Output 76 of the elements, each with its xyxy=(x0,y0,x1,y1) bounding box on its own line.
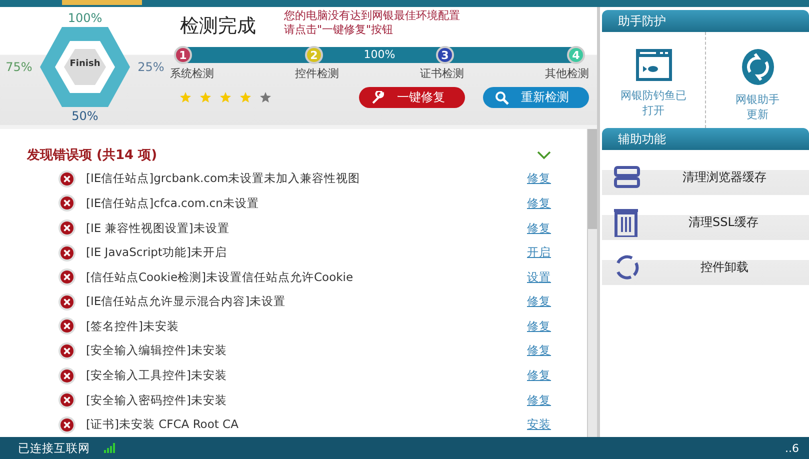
step-label: 证书检测 xyxy=(420,66,464,81)
section-header: 助手防护 xyxy=(602,10,809,32)
error-text: [信任站点Cookie检测]未设置信任站点允许Cookie xyxy=(86,270,354,285)
error-list-title: 发现错误项 (共14 项) xyxy=(27,146,158,164)
error-text: [IE 兼容性视图设置]未设置 xyxy=(86,220,230,236)
action-link[interactable]: 修复 xyxy=(527,294,551,310)
error-icon xyxy=(58,342,76,360)
error-text: [证书]未安装 CFCA Root CA xyxy=(86,417,240,432)
error-text: [IE JavaScript功能]未开启 xyxy=(86,245,228,260)
step-marker: 1 xyxy=(174,46,192,64)
star-icon xyxy=(220,92,231,103)
protection-label: 打开 xyxy=(642,103,664,118)
version-text: ..6 xyxy=(785,442,799,454)
server-icon xyxy=(614,166,640,188)
status-title: 检测完成 xyxy=(180,14,256,39)
error-icon xyxy=(58,268,76,286)
error-icon xyxy=(58,244,76,262)
action-link[interactable]: 修复 xyxy=(527,318,551,334)
step-label: 系统检测 xyxy=(170,66,214,81)
step-marker: 4 xyxy=(567,46,585,64)
star-icon xyxy=(180,92,191,103)
action-link[interactable]: 设置 xyxy=(527,270,551,285)
error-text: [IE信任站点允许显示混合内容]未设置 xyxy=(86,294,287,310)
score-right-label: 25% xyxy=(138,60,164,74)
protection-label: 更新 xyxy=(746,107,768,122)
step-label: 其他检测 xyxy=(545,66,589,81)
score-bottom-label: 50% xyxy=(72,109,98,123)
browser-fish-icon xyxy=(634,48,672,82)
section-header: 辅助功能 xyxy=(602,128,809,150)
action-link[interactable]: 修复 xyxy=(527,368,551,383)
connection-status: 已连接互联网 xyxy=(18,440,90,456)
star-icon xyxy=(200,92,211,103)
status-message: 请点击"一键修复"按钮 xyxy=(284,23,394,37)
error-text: [IE信任站点]grcbank.com未设置未加入兼容性视图 xyxy=(86,171,362,186)
progress-reading: 100% xyxy=(364,47,396,63)
error-text: [签名控件]未安装 xyxy=(86,318,180,334)
error-icon xyxy=(58,366,76,384)
step-label: 控件检测 xyxy=(295,66,339,81)
error-icon xyxy=(58,194,76,212)
signal-icon xyxy=(104,443,116,453)
action-link[interactable]: 修复 xyxy=(527,171,551,186)
wrench-icon xyxy=(371,90,385,104)
action-link[interactable]: 修复 xyxy=(527,392,551,408)
cycle-arrows-icon xyxy=(614,254,640,280)
status-message: 您的电脑没有达到网银最佳环境配置 xyxy=(284,9,460,23)
fix-button[interactable]: 一键修复 xyxy=(359,87,465,108)
protection-label: 网银助手 xyxy=(736,92,780,107)
action-link[interactable]: 修复 xyxy=(527,196,551,211)
hexagon-center-label: Finish xyxy=(68,59,102,69)
action-link[interactable]: 修复 xyxy=(527,220,551,236)
error-icon xyxy=(58,391,76,410)
error-text: [安全输入工具控件]未安装 xyxy=(86,368,228,383)
star-icon xyxy=(260,92,271,103)
action-link[interactable]: 开启 xyxy=(527,245,551,260)
protection-item[interactable]: 网银助手 更新 xyxy=(706,32,809,128)
error-icon xyxy=(58,170,76,188)
error-icon xyxy=(58,416,76,434)
star-icon xyxy=(240,92,251,103)
rescan-button[interactable]: 重新检测 xyxy=(483,87,589,108)
refresh-icon xyxy=(740,48,774,86)
error-text: [安全输入密码控件]未安装 xyxy=(86,392,228,408)
score-top-label: 100% xyxy=(68,11,102,25)
protection-label: 网银防钓鱼已 xyxy=(620,88,686,103)
search-icon xyxy=(495,90,509,104)
chevron-down-icon[interactable] xyxy=(537,150,551,160)
error-text: [安全输入编辑控件]未安装 xyxy=(86,343,228,358)
trash-icon xyxy=(614,207,638,237)
score-left-label: 75% xyxy=(6,60,32,74)
error-icon xyxy=(58,317,76,336)
error-icon xyxy=(58,292,76,311)
action-link[interactable]: 安装 xyxy=(527,417,551,432)
action-link[interactable]: 修复 xyxy=(527,343,551,358)
error-text: [IE信任站点]cfca.com.cn未设置 xyxy=(86,196,260,211)
scrollbar[interactable] xyxy=(587,129,597,437)
error-icon xyxy=(58,219,76,238)
protection-item[interactable]: 网银防钓鱼已 打开 xyxy=(602,32,706,128)
